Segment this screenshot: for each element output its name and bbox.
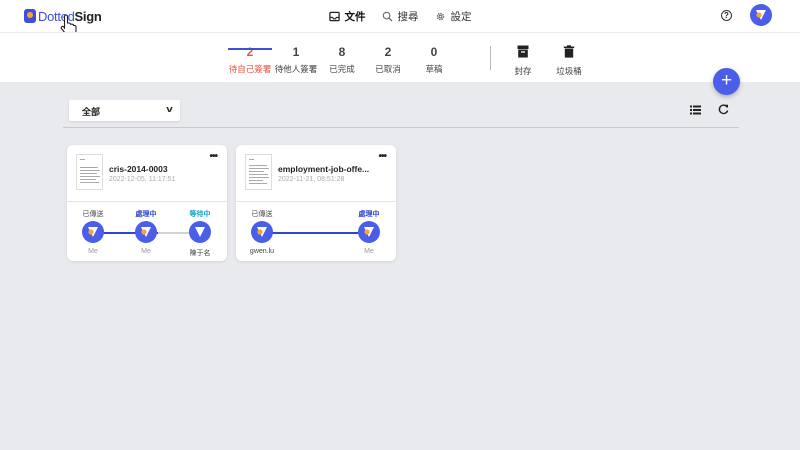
step-status: 已傳送 xyxy=(82,211,104,218)
status-tab-label: 已完成 xyxy=(329,64,355,74)
card-separator xyxy=(236,201,396,202)
inbox-icon xyxy=(328,11,340,21)
document-thumbnail xyxy=(76,154,103,190)
document-title: employment-job-offe... xyxy=(278,164,370,174)
document-date: 2022-12-05, 11:17:51 xyxy=(109,176,176,183)
document-date: 2022-11-21, 08:51:28 xyxy=(278,176,345,183)
top-bar: Dotted Sign 文件 搜尋 設定 ? xyxy=(0,0,800,36)
more-options-icon[interactable]: ••• xyxy=(209,151,217,162)
step-status: 已傳送 xyxy=(251,211,273,218)
step-status: 處理中 xyxy=(358,211,380,218)
signer-avatar xyxy=(189,221,211,243)
tab-divider xyxy=(490,46,491,70)
status-tab-count: 8 xyxy=(338,45,346,59)
filter-dropdown[interactable]: 全部 v xyxy=(69,100,180,121)
signer-avatar xyxy=(358,221,380,243)
list-view-icon[interactable] xyxy=(690,105,701,115)
nav-settings[interactable]: 設定 xyxy=(435,8,472,24)
document-title: cris-2014-0003 xyxy=(109,164,168,174)
progress-line-done xyxy=(262,232,370,234)
document-card[interactable]: cris-2014-0003 2022-12-05, 11:17:51 ••• … xyxy=(67,145,227,261)
signer-name: 陳于名 xyxy=(189,250,211,257)
signer-avatar xyxy=(135,221,157,243)
status-tab-count: 2 xyxy=(384,45,392,59)
archive-tabs: 封存 垃圾桶 xyxy=(500,45,592,77)
signer-avatar xyxy=(251,221,273,243)
step-status: 等待中 xyxy=(189,211,211,218)
status-tab-label: 待自己簽署 xyxy=(228,64,272,74)
help-icon[interactable]: ? xyxy=(721,10,732,21)
active-tab-underline xyxy=(228,48,272,50)
document-card[interactable]: employment-job-offe... 2022-11-21, 08:51… xyxy=(236,145,396,261)
tab-archive-label: 封存 xyxy=(514,66,532,76)
add-document-button[interactable]: + xyxy=(713,68,740,95)
document-thumbnail xyxy=(245,154,272,190)
step-status: 處理中 xyxy=(135,211,157,218)
status-tab[interactable]: 2 已取消 xyxy=(365,45,411,75)
status-tab-label: 已取消 xyxy=(375,64,401,74)
content-divider xyxy=(63,127,739,128)
tab-trash-label: 垃圾桶 xyxy=(556,66,582,76)
signer-name: gwen.lu xyxy=(249,248,275,255)
gear-icon xyxy=(436,12,444,20)
nav-documents-label: 文件 xyxy=(344,10,366,23)
signer-avatar xyxy=(82,221,104,243)
archive-icon xyxy=(517,45,529,58)
status-tab[interactable]: 1 待他人簽署 xyxy=(273,45,319,75)
main-nav: 文件 搜尋 設定 xyxy=(0,8,800,24)
nav-search-label: 搜尋 xyxy=(397,10,419,23)
nav-search[interactable]: 搜尋 xyxy=(382,8,419,24)
user-avatar[interactable] xyxy=(750,4,772,26)
card-separator xyxy=(67,201,227,202)
nav-documents[interactable]: 文件 xyxy=(328,8,366,24)
signer-name: Me xyxy=(364,248,374,255)
tab-trash[interactable]: 垃圾桶 xyxy=(546,45,592,77)
status-tab-label: 待他人簽署 xyxy=(274,64,318,74)
status-tab-count: 1 xyxy=(292,45,300,59)
nav-settings-label: 設定 xyxy=(450,10,472,23)
search-icon xyxy=(382,11,393,22)
signer-name: Me xyxy=(141,248,151,255)
status-tab-bar: 2 待自己簽署 1 待他人簽署 8 已完成 2 已取消 0 草稿 封存 垃圾桶 xyxy=(0,32,800,82)
status-tab-label: 草稿 xyxy=(425,64,443,74)
signer-name: Me xyxy=(88,248,98,255)
chevron-down-icon: v xyxy=(166,104,173,114)
trash-icon xyxy=(563,45,575,58)
more-options-icon[interactable]: ••• xyxy=(378,151,386,162)
status-tab[interactable]: 0 草稿 xyxy=(411,45,457,75)
status-tab[interactable]: 8 已完成 xyxy=(319,45,365,75)
filter-selected-value: 全部 xyxy=(82,107,101,117)
status-tab-count: 0 xyxy=(430,45,438,59)
tab-archive[interactable]: 封存 xyxy=(500,45,546,77)
refresh-icon[interactable] xyxy=(718,104,729,115)
